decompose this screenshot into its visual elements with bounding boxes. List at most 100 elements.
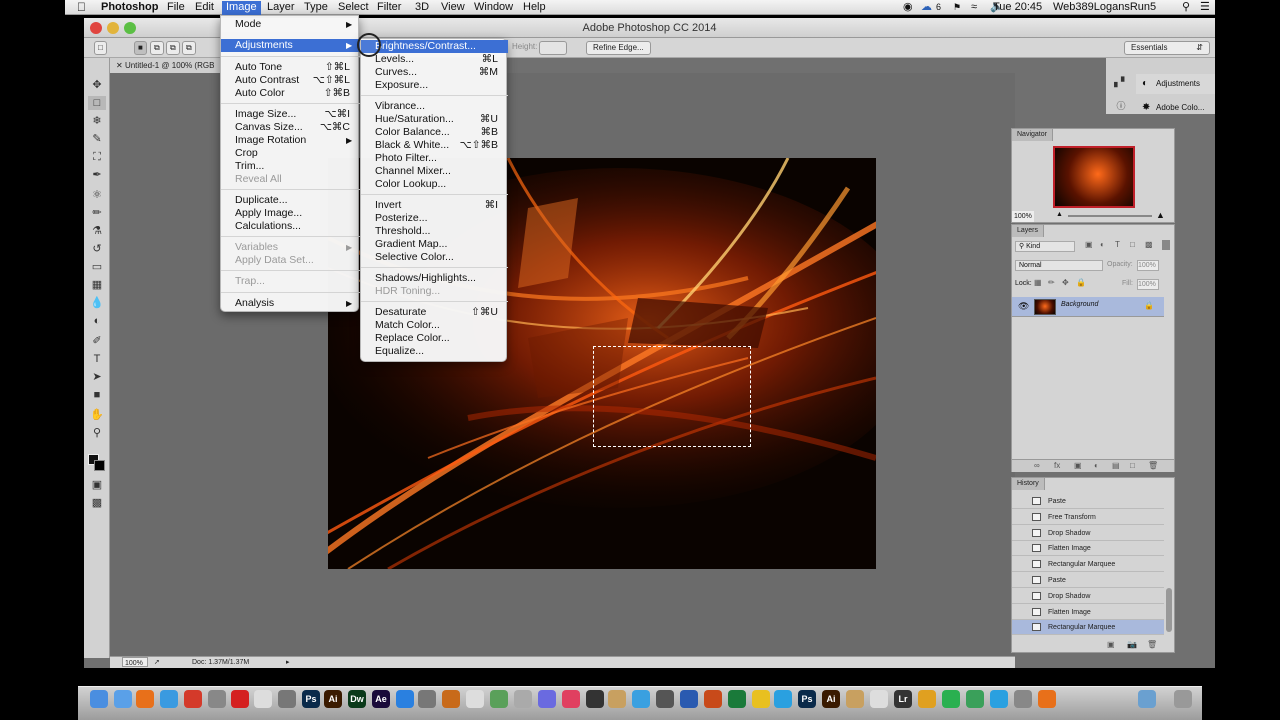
user-name[interactable]: Web389LogansRun5	[1053, 1, 1156, 14]
eyedropper-tool-icon[interactable]: ✒	[88, 168, 106, 182]
adjustments-menu-item-channel-mixer[interactable]: Channel Mixer...	[361, 165, 508, 178]
layer-row-background[interactable]: 👁 Background 🔒	[1012, 297, 1164, 317]
refine-edge-button[interactable]: Refine Edge...	[586, 41, 651, 55]
crop-tool-icon[interactable]: ⛶	[88, 150, 106, 164]
menu-view[interactable]: View	[437, 1, 469, 15]
image-menu-item-duplicate[interactable]: Duplicate...	[221, 194, 360, 207]
photos-icon[interactable]	[608, 690, 626, 708]
menu-help[interactable]: Help	[519, 1, 550, 15]
script-editor-icon[interactable]	[514, 690, 532, 708]
delete-layer-icon[interactable]: 🗑	[1148, 461, 1158, 470]
visibility-eye-icon[interactable]: 👁	[1018, 301, 1029, 312]
spotify-icon[interactable]	[942, 690, 960, 708]
opera-icon[interactable]	[231, 690, 249, 708]
history-item-flatten-image[interactable]: Flatten Image	[1012, 541, 1164, 557]
history-brush-tool-icon[interactable]: ↺	[88, 242, 106, 256]
image-menu-item-analysis[interactable]: Analysis ▶	[221, 297, 360, 310]
layer-name[interactable]: Background	[1061, 301, 1098, 308]
menu-3d[interactable]: 3D	[411, 1, 433, 15]
navigator-thumbnail[interactable]	[1053, 146, 1135, 208]
adjustments-menu-item-equalize[interactable]: Equalize...	[361, 345, 508, 358]
hand-tool-icon[interactable]: ✋	[88, 408, 106, 422]
adjustments-menu-item-hue-saturation[interactable]: Hue/Saturation... ⌘U	[361, 113, 508, 126]
close-tab-icon[interactable]: ✕	[116, 61, 125, 70]
brush-tool-icon[interactable]: ✏	[88, 206, 106, 220]
zoom-slider[interactable]	[1068, 215, 1152, 217]
firefox-icon[interactable]	[136, 690, 154, 708]
norton-icon[interactable]	[752, 690, 770, 708]
adjustments-menu-item-desaturate[interactable]: Desaturate ⇧⌘U	[361, 306, 508, 319]
system-prefs-icon[interactable]	[538, 690, 556, 708]
image-menu-item-auto-contrast[interactable]: Auto Contrast ⌥⇧⌘L	[221, 74, 360, 87]
path-select-tool-icon[interactable]: ➤	[88, 370, 106, 384]
snapshot-icon[interactable]: 📷	[1127, 640, 1137, 649]
subtract-selection-icon[interactable]: ⧉	[166, 41, 180, 55]
dodge-tool-icon[interactable]: ◐	[88, 314, 106, 328]
selection-marquee[interactable]	[593, 346, 751, 447]
photoshop-icon[interactable]: Ps	[302, 690, 320, 708]
eraser-tool-icon[interactable]: ▭	[88, 260, 106, 274]
history-item-paste[interactable]: Paste	[1012, 573, 1164, 588]
image-menu-item-adjustments[interactable]: Adjustments ▶	[221, 39, 360, 52]
vpn-icon[interactable]	[1014, 690, 1032, 708]
image-menu-item-image-rotation[interactable]: Image Rotation ▶	[221, 134, 360, 147]
migration-icon[interactable]	[418, 690, 436, 708]
fill-field[interactable]: 100%	[1137, 279, 1159, 290]
height-field[interactable]	[539, 41, 567, 55]
menu-edit[interactable]: Edit	[191, 1, 218, 15]
adjustments-menu-item-posterize[interactable]: Posterize...	[361, 212, 508, 225]
powerpoint-icon[interactable]	[704, 690, 722, 708]
image-menu-item-trim[interactable]: Trim...	[221, 160, 360, 173]
histogram-icon[interactable]: ▖▘	[1109, 74, 1133, 90]
image-menu-item-crop[interactable]: Crop	[221, 147, 360, 160]
lightroom-icon[interactable]: Lr	[894, 690, 912, 708]
finder-icon[interactable]	[90, 690, 108, 708]
adjustments-menu-item-photo-filter[interactable]: Photo Filter...	[361, 152, 508, 165]
history-item-rectangular-marquee[interactable]: Rectangular Marquee	[1012, 620, 1164, 636]
history-item-rectangular-marquee[interactable]: Rectangular Marquee	[1012, 557, 1164, 573]
minimize-button[interactable]	[107, 22, 119, 34]
background-color-swatch[interactable]	[94, 460, 105, 471]
menu-file[interactable]: File	[163, 1, 189, 15]
adjustments-menu-item-brightness-contrast[interactable]: Brightness/Contrast...	[361, 40, 508, 53]
clock[interactable]: Tue 20:45	[993, 1, 1042, 14]
layer-style-icon[interactable]: fx	[1054, 461, 1060, 470]
marquee-preset-button[interactable]: □	[94, 41, 107, 55]
add-selection-icon[interactable]: ⧉	[150, 41, 164, 55]
zoom-out-icon[interactable]: ▲	[1056, 211, 1063, 218]
mail-icon[interactable]	[466, 690, 484, 708]
preview-icon[interactable]	[114, 690, 132, 708]
twitter-icon[interactable]	[632, 690, 650, 708]
audio-icon[interactable]	[966, 690, 984, 708]
adjustments-menu-item-selective-color[interactable]: Selective Color...	[361, 251, 508, 264]
flag-icon[interactable]: ⚑	[953, 1, 961, 14]
skype-2-icon[interactable]	[990, 690, 1008, 708]
navigator-tab[interactable]: Navigator	[1012, 129, 1053, 141]
menu-select[interactable]: Select	[334, 1, 373, 15]
downloads-icon[interactable]	[1138, 690, 1156, 708]
close-button[interactable]	[90, 22, 102, 34]
navigator-zoom[interactable]: 100%	[1012, 211, 1034, 222]
quick-mask-icon[interactable]: ▣	[88, 478, 106, 492]
gradient-tool-icon[interactable]: ▦	[88, 278, 106, 292]
zoom-tool-icon[interactable]: ⚲	[88, 426, 106, 440]
history-item-drop-shadow[interactable]: Drop Shadow	[1012, 589, 1164, 604]
pen-tool-icon[interactable]: ✐	[88, 334, 106, 348]
adjustments-menu-item-levels[interactable]: Levels... ⌘L	[361, 53, 508, 66]
adjustments-menu-item-match-color[interactable]: Match Color...	[361, 319, 508, 332]
adjustments-panel-button[interactable]: ◐ Adjustments	[1136, 74, 1215, 94]
image-menu-item-auto-tone[interactable]: Auto Tone ⇧⌘L	[221, 61, 360, 74]
lock-all-icon[interactable]: 🔒	[1076, 278, 1086, 287]
adobe-color-panel-button[interactable]: ✸ Adobe Colo...	[1136, 102, 1215, 114]
history-item-free-transform[interactable]: Free Transform	[1012, 510, 1164, 525]
illustrator-icon[interactable]: Ai	[324, 690, 342, 708]
adjustments-menu-item-shadows-highlights[interactable]: Shadows/Highlights...	[361, 272, 508, 285]
adjustments-menu-item-curves[interactable]: Curves... ⌘M	[361, 66, 508, 79]
word-icon[interactable]	[680, 690, 698, 708]
adjustments-menu-item-threshold[interactable]: Threshold...	[361, 225, 508, 238]
photoshop-2-icon[interactable]: Ps	[798, 690, 816, 708]
adjustments-menu-item-color-balance[interactable]: Color Balance... ⌘B	[361, 126, 508, 139]
textedit-icon[interactable]	[254, 690, 272, 708]
adjustments-menu-item-invert[interactable]: Invert ⌘I	[361, 199, 508, 212]
image-menu-item-image-size[interactable]: Image Size... ⌥⌘I	[221, 108, 360, 121]
